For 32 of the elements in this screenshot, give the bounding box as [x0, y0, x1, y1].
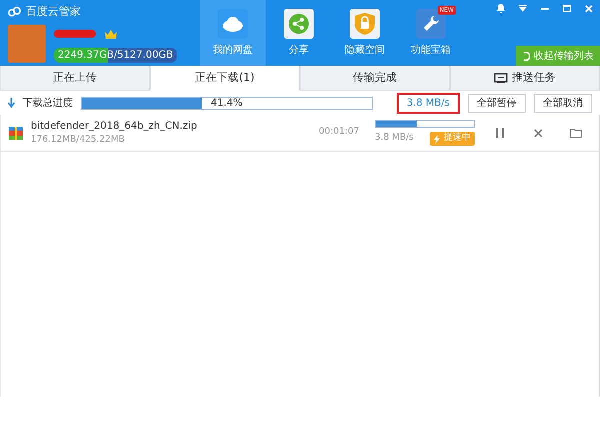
- file-size: 176.12MB/425.22MB: [31, 134, 126, 147]
- transfer-tab[interactable]: 正在下载(1): [150, 66, 300, 91]
- elapsed-time: 00:01:07: [319, 126, 360, 140]
- quota-bar: 2249.37GB/5127.00GB: [54, 48, 178, 62]
- transfer-tab[interactable]: 传输完成: [300, 66, 450, 91]
- transfer-tab[interactable]: 正在上传: [0, 66, 150, 91]
- total-speed: 3.8 MB/s: [396, 92, 460, 114]
- progress-percent: 41.4%: [210, 98, 244, 108]
- nav-tab[interactable]: 隐藏空间: [332, 0, 398, 66]
- share-icon: [284, 8, 314, 38]
- archive-file-icon: [9, 126, 23, 140]
- action-button[interactable]: 全部取消: [534, 94, 592, 112]
- cloud-icon: [218, 8, 248, 38]
- action-button[interactable]: 全部暂停: [468, 94, 526, 112]
- file-speed: 3.8 MB/s: [375, 132, 414, 146]
- monitor-icon: [494, 72, 508, 84]
- down-arrow-icon: [8, 98, 15, 108]
- folder-icon[interactable]: [569, 126, 583, 140]
- spinner-icon: [522, 52, 530, 60]
- avatar-picture: [8, 24, 46, 62]
- total-progress-label: 下载总进度: [23, 96, 73, 110]
- pause-icon[interactable]: [493, 126, 507, 140]
- redaction-mark: [54, 30, 96, 38]
- app-title: 百度云管家: [26, 4, 81, 20]
- file-name: bitdefender_2018_64b_zh_CN.zip: [31, 120, 198, 134]
- lock-icon: [350, 8, 380, 38]
- nav-tab[interactable]: 分享: [266, 0, 332, 66]
- lightning-icon: [434, 134, 440, 144]
- transfer-tab[interactable]: 推送任务: [450, 66, 600, 91]
- crown-icon: [104, 28, 118, 40]
- cloud-logo-icon: [8, 7, 22, 18]
- boost-badge: 提速中: [430, 132, 475, 146]
